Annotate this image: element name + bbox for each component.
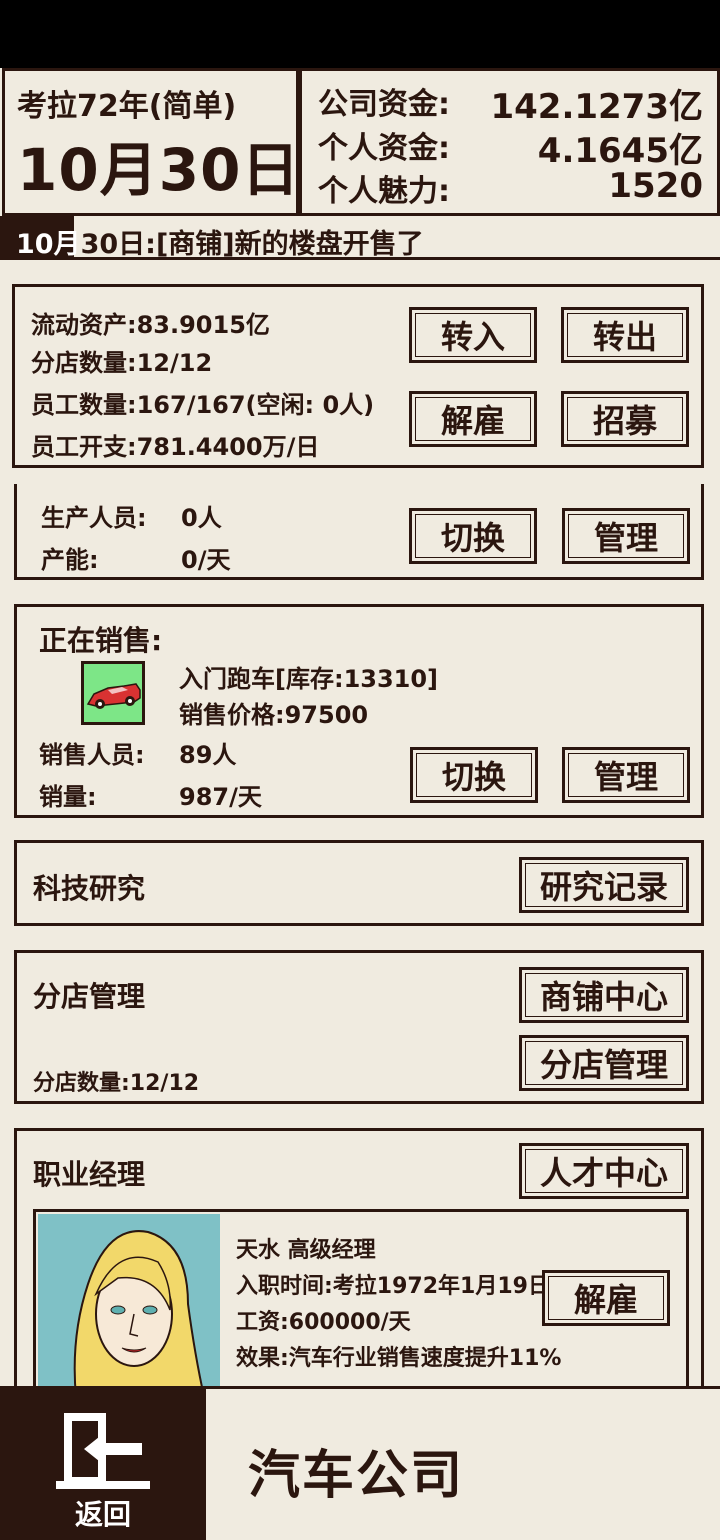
employee-expense: 员工开支:781.4400万/日	[31, 433, 320, 461]
sales-switch-button[interactable]: 切换	[410, 747, 538, 803]
manager-portrait	[38, 1214, 220, 1409]
company-funds-label: 公司资金:	[318, 87, 450, 122]
production-manage-button[interactable]: 管理	[562, 508, 690, 564]
funds-panel: 公司资金: 142.1273亿 个人资金: 4.1645亿 个人魅力: 1520	[299, 68, 720, 216]
sales-manage-button[interactable]: 管理	[562, 747, 690, 803]
company-funds-value: 142.1273亿	[490, 87, 703, 127]
news-prefix: 10月	[16, 229, 81, 260]
sales-product: 入门跑车[库存:13310]	[179, 665, 439, 693]
manager-card: 天水 高级经理 入职时间:考拉1972年1月19日 工资:600000/天 效果…	[33, 1209, 689, 1409]
charisma-value: 1520	[608, 166, 703, 206]
news-message: 30日:[商铺]新的楼盘开售了	[80, 229, 424, 260]
overview-panel: 流动资产:83.9015亿 分店数量:12/12 员工数量:167/167(空闲…	[12, 284, 704, 468]
bottom-bar: 返回 汽车公司	[0, 1386, 720, 1540]
charisma-label: 个人魅力:	[318, 174, 450, 209]
sales-price: 销售价格:97500	[179, 701, 369, 729]
shop-center-button[interactable]: 商铺中心	[519, 967, 689, 1023]
manager-salary: 工资:600000/天	[236, 1310, 411, 1335]
research-title: 科技研究	[33, 872, 146, 905]
news-text: 10月30日:[商铺]新的楼盘开售了	[16, 222, 424, 261]
personal-funds-label: 个人资金:	[318, 131, 450, 166]
transfer-out-button[interactable]: 转出	[561, 307, 689, 363]
charisma-row: 个人魅力: 1520	[318, 166, 703, 209]
capacity-value: 0/天	[181, 546, 231, 574]
branch-count-label: 分店数量:12/12	[33, 1071, 200, 1096]
production-staff-label: 生产人员:	[41, 504, 147, 532]
transfer-in-button[interactable]: 转入	[409, 307, 537, 363]
production-staff-value: 0人	[181, 504, 222, 532]
sales-panel: 正在销售: 入门跑车[库存:13310] 销售价格:97500 销售人员: 89…	[14, 604, 704, 818]
branch-count: 分店数量:12/12	[31, 349, 213, 377]
date-panel: 考拉72年(简单) 10月30日	[2, 68, 299, 216]
manager-name: 天水 高级经理	[236, 1238, 376, 1263]
employee-count: 员工数量:167/167(空闲: 0人)	[31, 391, 375, 419]
recruit-button[interactable]: 招募	[561, 391, 689, 447]
capacity-label: 产能:	[41, 546, 99, 574]
branch-panel: 分店管理 分店数量:12/12 商铺中心 分店管理	[14, 950, 704, 1104]
sales-staff-value: 89人	[179, 741, 237, 769]
fire-employee-button[interactable]: 解雇	[409, 391, 537, 447]
company-funds-row: 公司资金: 142.1273亿	[318, 79, 703, 127]
sales-volume-value: 987/天	[179, 783, 262, 811]
manager-effect: 效果:汽车行业销售速度提升11%	[236, 1346, 562, 1371]
personal-funds-value: 4.1645亿	[537, 131, 703, 171]
manager-hired: 入职时间:考拉1972年1月19日	[236, 1274, 550, 1299]
manager-title: 职业经理	[33, 1158, 146, 1191]
manager-panel: 职业经理 人才中心 天水 高级经理 入职时间:考拉1972年1月19日 工资:6…	[14, 1128, 704, 1409]
company-title: 汽车公司	[248, 1446, 465, 1506]
era-label: 考拉72年(简单)	[17, 89, 237, 124]
personal-funds-row: 个人资金: 4.1645亿	[318, 123, 703, 171]
sales-title: 正在销售:	[39, 624, 163, 657]
exit-door-icon	[56, 1413, 150, 1489]
status-bar	[0, 0, 720, 68]
sports-car-icon	[81, 661, 145, 725]
sales-staff-label: 销售人员:	[39, 741, 145, 769]
back-label: 返回	[74, 1498, 131, 1531]
back-button[interactable]: 返回	[0, 1389, 206, 1540]
branch-title: 分店管理	[33, 980, 146, 1013]
research-panel: 科技研究 研究记录	[14, 840, 704, 926]
news-ticker: 10月30日:[商铺]新的楼盘开售了	[0, 216, 720, 260]
current-date: 10月30日	[17, 136, 301, 204]
research-records-button[interactable]: 研究记录	[519, 857, 689, 913]
sales-volume-label: 销量:	[39, 783, 97, 811]
fire-manager-button[interactable]: 解雇	[542, 1270, 670, 1326]
production-panel: 生产人员: 0人 产能: 0/天 切换 管理	[14, 484, 704, 580]
talent-center-button[interactable]: 人才中心	[519, 1143, 689, 1199]
current-assets: 流动资产:83.9015亿	[31, 311, 270, 339]
production-switch-button[interactable]: 切换	[409, 508, 537, 564]
branch-manage-button[interactable]: 分店管理	[519, 1035, 689, 1091]
